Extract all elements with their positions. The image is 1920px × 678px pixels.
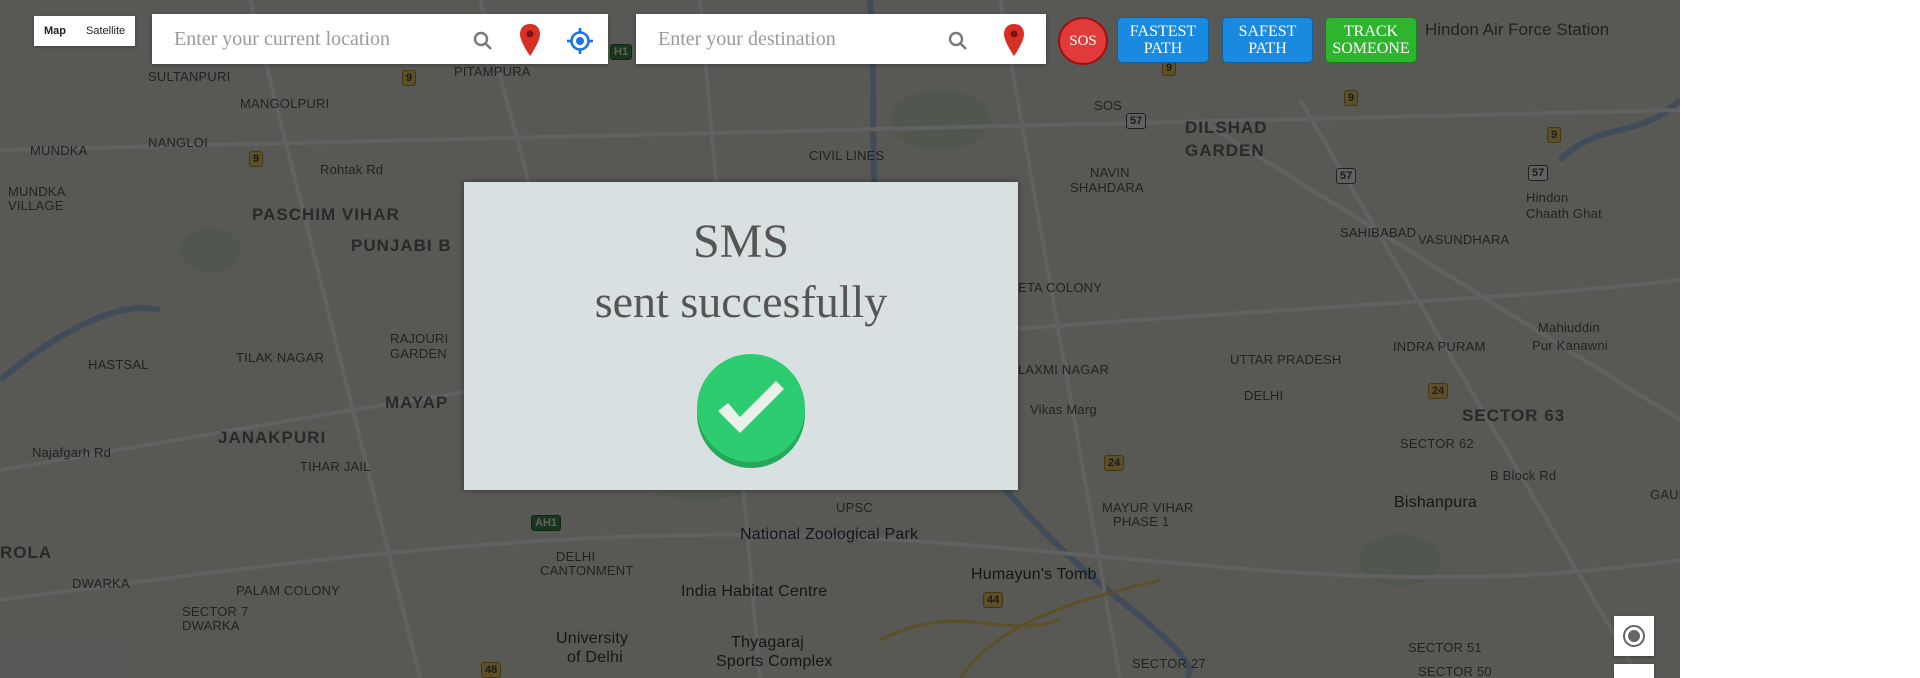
map-type-map-button[interactable]: Map	[34, 16, 76, 46]
origin-search-icon[interactable]	[470, 28, 496, 54]
locate-me-icon[interactable]	[565, 26, 595, 56]
fastest-label-line2: PATH	[1143, 40, 1183, 57]
map-type-satellite-button[interactable]: Satellite	[76, 16, 135, 46]
current-location-label: Hindon Air Force Station	[1425, 20, 1610, 39]
safest-label-line2: PATH	[1248, 40, 1287, 57]
destination-map-pin-icon[interactable]	[1002, 22, 1026, 58]
fastest-path-button[interactable]: FASTEST PATH	[1117, 17, 1209, 63]
track-label-line1: TRACK	[1343, 23, 1399, 40]
app: SULTANPURIPITAMPURAMANGOLPURIMUNDKANANGL…	[0, 0, 1920, 678]
safest-path-button[interactable]: SAFEST PATH	[1222, 17, 1313, 63]
fastest-label-line1: FASTEST	[1129, 23, 1197, 40]
destination-search-box	[636, 14, 1046, 64]
checkmark-icon	[696, 353, 806, 469]
dialog-message: sent succesfully	[594, 276, 888, 327]
sos-button[interactable]: SOS	[1058, 17, 1108, 65]
origin-input[interactable]	[152, 14, 486, 64]
track-label-line2: SOMEONE	[1332, 40, 1410, 57]
dialog-title: SMS	[692, 215, 790, 268]
sms-success-dialog: SMS sent succesfully	[464, 182, 1018, 490]
destination-search-icon[interactable]	[945, 28, 971, 54]
zoom-control[interactable]	[1614, 664, 1654, 678]
map-type-control: Map Satellite	[34, 16, 136, 46]
destination-input[interactable]	[636, 14, 970, 64]
sos-label: SOS	[1069, 32, 1097, 49]
safest-label-line1: SAFEST	[1238, 23, 1297, 40]
origin-map-pin-icon[interactable]	[518, 22, 542, 58]
right-panel	[1680, 0, 1920, 678]
track-someone-button[interactable]: TRACK SOMEONE	[1325, 17, 1417, 63]
my-location-control[interactable]	[1614, 616, 1654, 656]
